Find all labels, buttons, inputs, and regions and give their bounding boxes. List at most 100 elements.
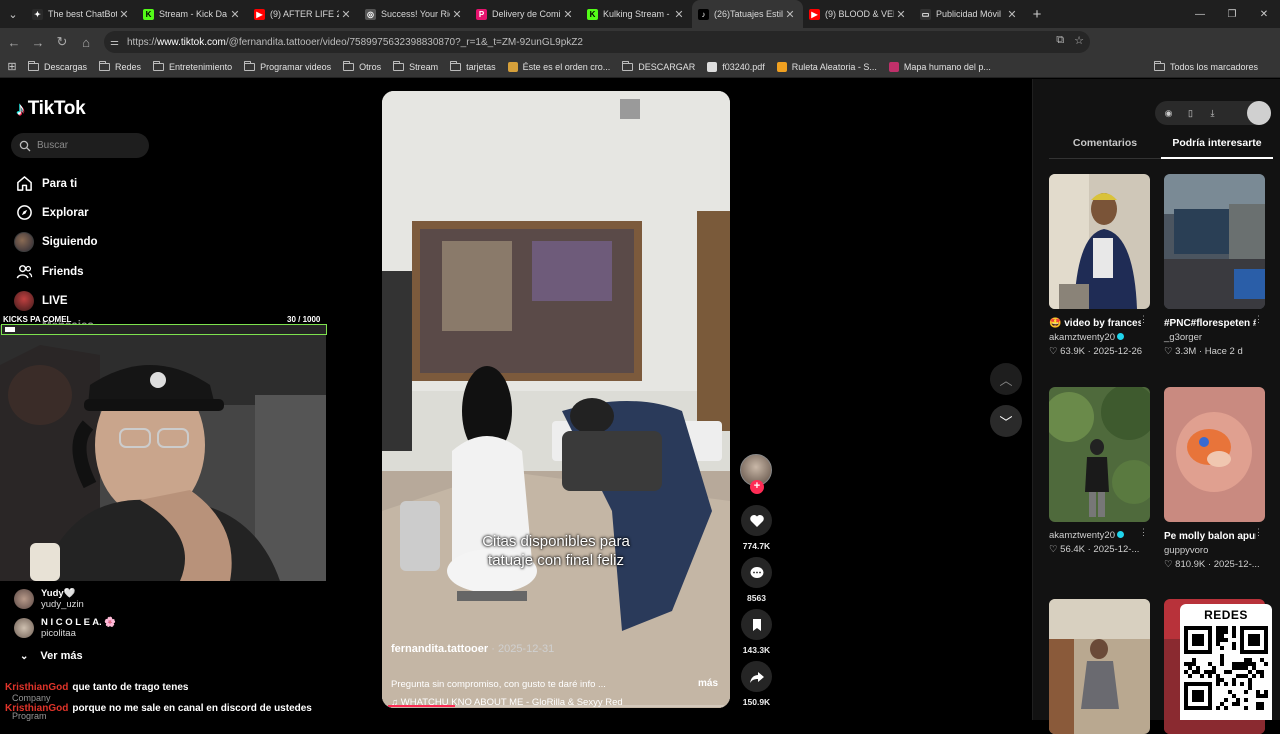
bookmark-item[interactable]: Ruleta Aleatoria - S... xyxy=(776,61,877,72)
video-author[interactable]: fernandita.tattooer · 2025-12-31 xyxy=(391,643,554,655)
recommended-video[interactable]: #PNC#florespeten #yosoydios#call... ⋮ _g… xyxy=(1164,174,1265,359)
more-options-icon[interactable]: ⋮ xyxy=(1254,527,1263,538)
video-progress-bar[interactable] xyxy=(388,705,724,707)
comment-button[interactable]: 8563 xyxy=(740,557,773,603)
back-icon[interactable]: ← xyxy=(2,30,26,54)
goal-progress-fill xyxy=(5,327,15,332)
ver-mas-button[interactable]: ⌄ Ver más xyxy=(20,650,83,662)
bookmark-item[interactable]: Entretenimiento xyxy=(153,60,232,72)
browser-tab[interactable]: ♪ (26)Tatuajes Estilo ✕ xyxy=(692,0,803,28)
like-button[interactable]: 774.7K xyxy=(740,505,773,551)
tab-comentarios[interactable]: Comentarios xyxy=(1049,137,1161,159)
reload-icon[interactable]: ↻ xyxy=(50,30,74,54)
more-options-icon[interactable]: ⋮ xyxy=(1139,314,1148,325)
nav-siguiendo[interactable]: Siguiendo xyxy=(14,228,98,257)
tab-close-icon[interactable]: ✕ xyxy=(672,8,686,21)
following-account[interactable]: Yudy🤍 yudy_uzin xyxy=(14,588,84,610)
bookmarks-bar: ⊞ Descargas Redes Entretenimiento Programar… xyxy=(0,56,1280,78)
tab-close-icon[interactable]: ✕ xyxy=(783,8,797,21)
close-window-icon[interactable]: ✕ xyxy=(1248,0,1280,28)
tab-close-icon[interactable]: ✕ xyxy=(450,8,464,21)
nav-explorar[interactable]: Explorar xyxy=(14,198,98,227)
top-actions: ◉ ▯ ⤓ xyxy=(1155,101,1271,125)
recommended-video[interactable]: Pe molly balon apunto de parir... ⋮ gupp… xyxy=(1164,387,1265,572)
video-user: akamztwenty20 xyxy=(1049,331,1150,345)
previous-video-button[interactable]: ︿ xyxy=(990,363,1022,395)
home-button-icon[interactable]: ⌂ xyxy=(74,30,98,54)
video-caption: Citas disponibles para tatuaje con final … xyxy=(482,533,630,569)
restore-icon[interactable]: ❐ xyxy=(1216,0,1248,28)
following-account[interactable]: N I C O L E A. 🌸 picolitaa xyxy=(14,617,116,639)
bookmark-item[interactable]: tarjetas xyxy=(450,60,496,72)
tab-close-icon[interactable]: ✕ xyxy=(561,8,575,21)
site-info-icon[interactable]: ⚌ xyxy=(110,37,119,48)
nav-friends[interactable]: Friends xyxy=(14,257,98,286)
video-progress-fill xyxy=(388,705,456,707)
minimize-icon[interactable]: — xyxy=(1184,0,1216,28)
more-options-icon[interactable]: ⋮ xyxy=(1254,314,1263,325)
tab-close-icon[interactable]: ✕ xyxy=(1005,8,1019,21)
apps-grid-icon[interactable]: ⊞ xyxy=(0,60,24,73)
next-video-button[interactable]: ﹀ xyxy=(990,405,1022,437)
browser-tab[interactable]: ▶ (9) BLOOD & VEN ✕ xyxy=(803,0,914,28)
bookmark-item[interactable]: Stream xyxy=(393,60,438,72)
video-thumbnail xyxy=(1049,599,1150,734)
new-tab-button[interactable]: + xyxy=(1025,6,1049,23)
tiktok-logo[interactable]: ♪ TikTok xyxy=(16,98,86,120)
chevron-down-icon: ⌄ xyxy=(20,650,29,662)
goal-count: 30 / 1000 xyxy=(287,315,321,324)
save-count: 143.3K xyxy=(742,645,771,655)
follow-plus-icon[interactable]: + xyxy=(750,480,764,494)
bookmark-item[interactable]: Descargas xyxy=(28,60,87,72)
nav-live[interactable]: LIVE xyxy=(14,286,98,315)
all-bookmarks-button[interactable]: Todos los marcadores xyxy=(1153,60,1258,72)
chevron-down-icon: ﹀ xyxy=(999,414,1013,430)
video-stats: ♡ 3.3M · Hace 2 d xyxy=(1164,346,1243,357)
search-icon xyxy=(19,140,31,151)
save-button[interactable]: 143.3K xyxy=(740,609,773,655)
browser-tab[interactable]: K Stream - Kick Da ✕ xyxy=(137,0,248,28)
video-more-button[interactable]: más xyxy=(698,678,718,689)
tab-close-icon[interactable]: ✕ xyxy=(117,8,131,21)
recommended-video[interactable]: 🤩 video by francesca_stgt ⋮ akamztwenty2… xyxy=(1049,174,1150,359)
explore-icon[interactable]: ◉ xyxy=(1163,108,1174,119)
bookmark-item[interactable]: Éste es el orden cro... xyxy=(507,61,610,72)
more-options-icon[interactable]: ⋮ xyxy=(1139,527,1148,538)
nav-para-ti[interactable]: Para ti xyxy=(14,169,98,198)
install-app-icon[interactable]: ⧉ xyxy=(1056,34,1064,47)
url-field[interactable]: ⚌ https://www.tiktok.com/@fernandita.tat… xyxy=(104,31,1090,53)
browser-tab[interactable]: K Kulking Stream - V ✕ xyxy=(581,0,692,28)
browser-tab[interactable]: ✦ The best ChatBot ✕ xyxy=(26,0,137,28)
tab-close-icon[interactable]: ✕ xyxy=(894,8,908,21)
bookmark-item[interactable]: Mapa humano del p... xyxy=(888,61,991,72)
browser-tab[interactable]: ◎ Success! Your Rio ✕ xyxy=(359,0,470,28)
browser-tab[interactable]: ▭ Publicidad Móvil ✕ xyxy=(914,0,1025,28)
tab-close-icon[interactable]: ✕ xyxy=(228,8,242,21)
forward-icon[interactable]: → xyxy=(26,30,50,54)
video-thumbnail xyxy=(1164,387,1265,522)
download-icon[interactable]: ⤓ xyxy=(1207,108,1218,119)
search-input[interactable]: Buscar xyxy=(11,133,149,158)
chat-message: KristhianGod porque no me sale en canal e… xyxy=(5,703,312,714)
browser-tab[interactable]: ▶ (9) AFTER LIFE 20 ✕ xyxy=(248,0,359,28)
device-icon[interactable]: ▯ xyxy=(1185,108,1196,119)
bookmark-item[interactable]: DESCARGAR xyxy=(622,60,695,72)
recommended-video[interactable] xyxy=(1049,599,1150,734)
creator-avatar[interactable]: + xyxy=(740,454,772,494)
bookmark-item[interactable]: Programar videos xyxy=(244,60,331,72)
tab-search-icon[interactable]: ⌄ xyxy=(0,0,26,28)
bookmark-item[interactable]: Redes xyxy=(99,60,141,72)
bookmark-star-icon[interactable]: ☆ xyxy=(1074,34,1084,47)
bookmark-item[interactable]: Otros xyxy=(343,60,381,72)
bookmark-item[interactable]: f03240.pdf xyxy=(707,61,765,72)
video-thumbnail xyxy=(1049,174,1150,309)
video-player[interactable]: Citas disponibles para tatuaje con final … xyxy=(382,91,730,708)
recommended-video[interactable]: ⋮ akamztwenty20 ♡ 56.4K · 2025-12-... xyxy=(1049,387,1150,557)
video-thumbnail xyxy=(1049,387,1150,522)
tab-close-icon[interactable]: ✕ xyxy=(339,8,353,21)
share-button[interactable]: 150.9K xyxy=(740,661,773,707)
browser-tab[interactable]: P Delivery de Comi ✕ xyxy=(470,0,581,28)
tab-podria-interesarte[interactable]: Podría interesarte xyxy=(1161,137,1273,159)
folder-icon xyxy=(28,60,39,71)
user-avatar[interactable] xyxy=(1247,101,1271,125)
